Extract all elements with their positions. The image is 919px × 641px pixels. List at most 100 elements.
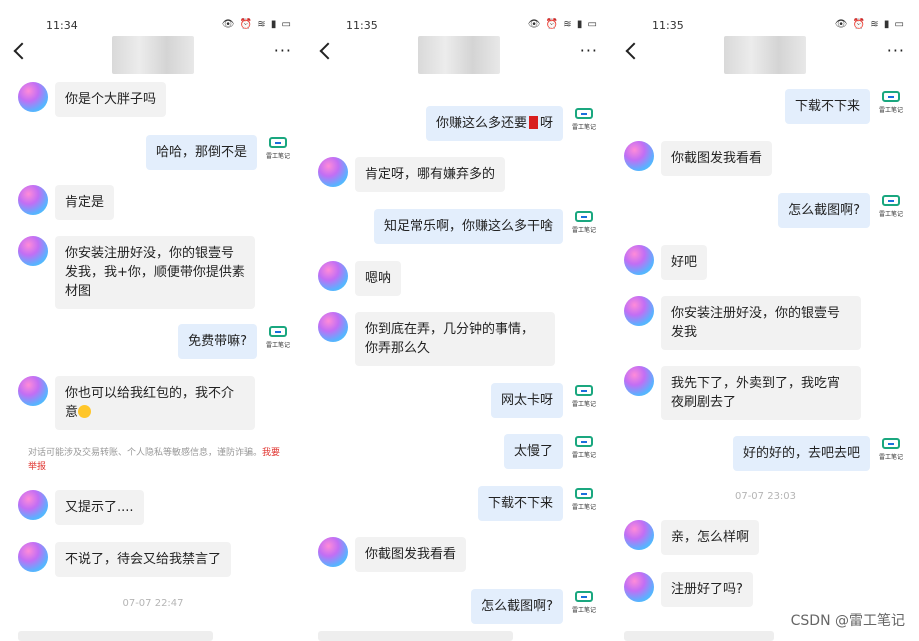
status-time: 11:34 [46,19,78,32]
message-bubble: 怎么截图啊? [471,589,563,624]
bot-logo-icon[interactable]: 雷工笔记 [570,209,598,237]
chat-panel-2: 11:35 👁 ⏰ ≋ ▮ ▭ ··· 你赚这么多还要呀 雷工笔记 肯定呀，哪有… [306,0,612,641]
bot-logo-icon[interactable]: 雷工笔记 [570,486,598,514]
message-bubble: 怎么截图啊? [778,193,870,228]
bot-logo-icon[interactable]: 雷工笔记 [570,434,598,462]
status-icons: 👁 ⏰ ≋ ▮ ▭ [527,19,598,30]
avatar[interactable] [18,490,48,520]
avatar[interactable] [18,542,48,572]
avatar[interactable] [318,157,348,187]
message-outgoing: 太慢了 雷工笔记 [503,434,598,469]
message-timestamp: 07-07 23:03 [734,491,797,502]
message-bubble: 亲，怎么样啊 [661,520,760,555]
message-outgoing: 网太卡呀 雷工笔记 [490,383,598,418]
message-incoming: 不说了，待会又给我禁言了 [18,542,232,577]
message-bubble: 下载不下来 [477,486,563,521]
bot-logo-icon[interactable]: 雷工笔记 [877,436,905,464]
message-bubble: 肯定呀，哪有嫌弃多的 [355,157,506,192]
avatar[interactable] [318,312,348,342]
message-incoming: 你安装注册好没，你的银壹号发我，我+你，顺便带你提供素材图 [18,236,255,309]
avatar[interactable] [624,141,654,171]
message-bubble: 你也可以给我红包的，我不介意 [55,376,255,430]
message-timestamp: 07-07 22:47 [122,598,184,609]
message-bubble: 我先下了，外卖到了，我吃宵夜刷剧去了 [661,366,861,420]
avatar[interactable] [624,572,654,602]
back-arrow-icon[interactable] [625,42,643,60]
status-icons: 👁 ⏰ ≋ ▮ ▭ [834,19,905,30]
avatar[interactable] [18,236,48,266]
status-time: 11:35 [346,19,378,32]
message-bubble: 嗯呐 [355,261,402,296]
message-bubble: 注册好了吗? [661,572,753,607]
bot-logo-icon[interactable]: 雷工笔记 [570,589,598,617]
avatar[interactable] [18,185,48,215]
message-incoming: 好吧 [624,245,708,280]
safety-notice: 对话可能涉及交易转账、个人隐私等敏感信息，谨防诈骗。我要举报 [28,448,281,472]
avatar[interactable] [318,537,348,567]
avatar[interactable] [624,366,654,396]
message-bubble: 你赚这么多还要呀 [425,106,563,141]
red-envelope-icon [528,116,538,129]
message-incoming: 你截图发我看看 [624,141,773,176]
back-arrow-icon[interactable] [319,42,337,60]
message-outgoing: 好的好的，去吧去吧 雷工笔记 [732,436,905,471]
bot-logo-icon[interactable]: 雷工笔记 [877,89,905,117]
blurred-contact-name [418,36,500,74]
input-bar[interactable] [18,631,213,641]
message-outgoing: 怎么截图啊? 雷工笔记 [778,193,905,228]
bot-logo-icon[interactable]: 雷工笔记 [264,135,292,163]
message-outgoing: 免费带嘛? 雷工笔记 [178,324,292,359]
more-dots-icon[interactable]: ··· [274,43,292,59]
message-bubble: 肯定是 [55,185,115,220]
back-arrow-icon[interactable] [13,42,31,60]
more-dots-icon[interactable]: ··· [580,43,598,59]
message-outgoing: 怎么截图啊? 雷工笔记 [471,589,598,624]
avatar[interactable] [624,245,654,275]
avatar[interactable] [18,376,48,406]
grin-emoji-icon [78,405,92,418]
blurred-contact-name [724,36,806,74]
message-outgoing: 下载不下来 雷工笔记 [784,89,905,124]
message-incoming: 你是个大胖子吗 [18,82,167,117]
message-bubble: 好吧 [661,245,708,280]
input-bar[interactable] [624,631,774,641]
bot-logo-icon[interactable]: 雷工笔记 [877,193,905,221]
message-incoming: 注册好了吗? [624,572,753,607]
avatar[interactable] [318,261,348,291]
message-outgoing: 知足常乐啊，你赚这么多干啥 雷工笔记 [373,209,598,244]
bot-logo-icon[interactable]: 雷工笔记 [264,324,292,352]
avatar[interactable] [18,82,48,112]
more-dots-icon[interactable]: ··· [887,43,905,59]
avatar[interactable] [624,520,654,550]
message-bubble: 哈哈，那倒不是 [145,135,257,170]
blurred-contact-name [112,36,194,74]
status-icons: 👁 ⏰ ≋ ▮ ▭ [221,19,292,30]
message-bubble: 网太卡呀 [490,383,563,418]
message-bubble: 你截图发我看看 [661,141,773,176]
status-time: 11:35 [652,19,684,32]
message-incoming: 肯定呀，哪有嫌弃多的 [318,157,506,192]
message-incoming: 我先下了，外卖到了，我吃宵夜刷剧去了 [624,366,861,420]
message-bubble: 你安装注册好没，你的银壹号发我 [661,296,861,350]
message-bubble: 知足常乐啊，你赚这么多干啥 [373,209,563,244]
message-outgoing: 哈哈，那倒不是 雷工笔记 [145,135,292,170]
message-bubble: 你到底在弄，几分钟的事情，你弄那么久 [355,312,555,366]
message-incoming: 你截图发我看看 [318,537,467,572]
input-bar[interactable] [318,631,513,641]
message-incoming: 嗯呐 [318,261,402,296]
message-bubble: 免费带嘛? [178,324,257,359]
bot-logo-icon[interactable]: 雷工笔记 [570,106,598,134]
message-outgoing: 你赚这么多还要呀 雷工笔记 [425,106,598,141]
chat-panel-3: 11:35 👁 ⏰ ≋ ▮ ▭ ··· 下载不下来 雷工笔记 你截图发我看看 怎… [612,0,919,641]
message-bubble: 你截图发我看看 [355,537,467,572]
avatar[interactable] [624,296,654,326]
message-incoming: 你也可以给我红包的，我不介意 [18,376,255,430]
message-bubble: 你是个大胖子吗 [55,82,167,117]
message-bubble: 不说了，待会又给我禁言了 [55,542,232,577]
message-bubble: 太慢了 [503,434,563,469]
message-incoming: 你到底在弄，几分钟的事情，你弄那么久 [318,312,555,366]
message-incoming: 肯定是 [18,185,115,220]
bot-logo-icon[interactable]: 雷工笔记 [570,383,598,411]
chat-panel-1: 11:34 👁 ⏰ ≋ ▮ ▭ ··· 你是个大胖子吗 哈哈，那倒不是 雷工笔记… [0,0,306,641]
message-outgoing: 下载不下来 雷工笔记 [477,486,598,521]
